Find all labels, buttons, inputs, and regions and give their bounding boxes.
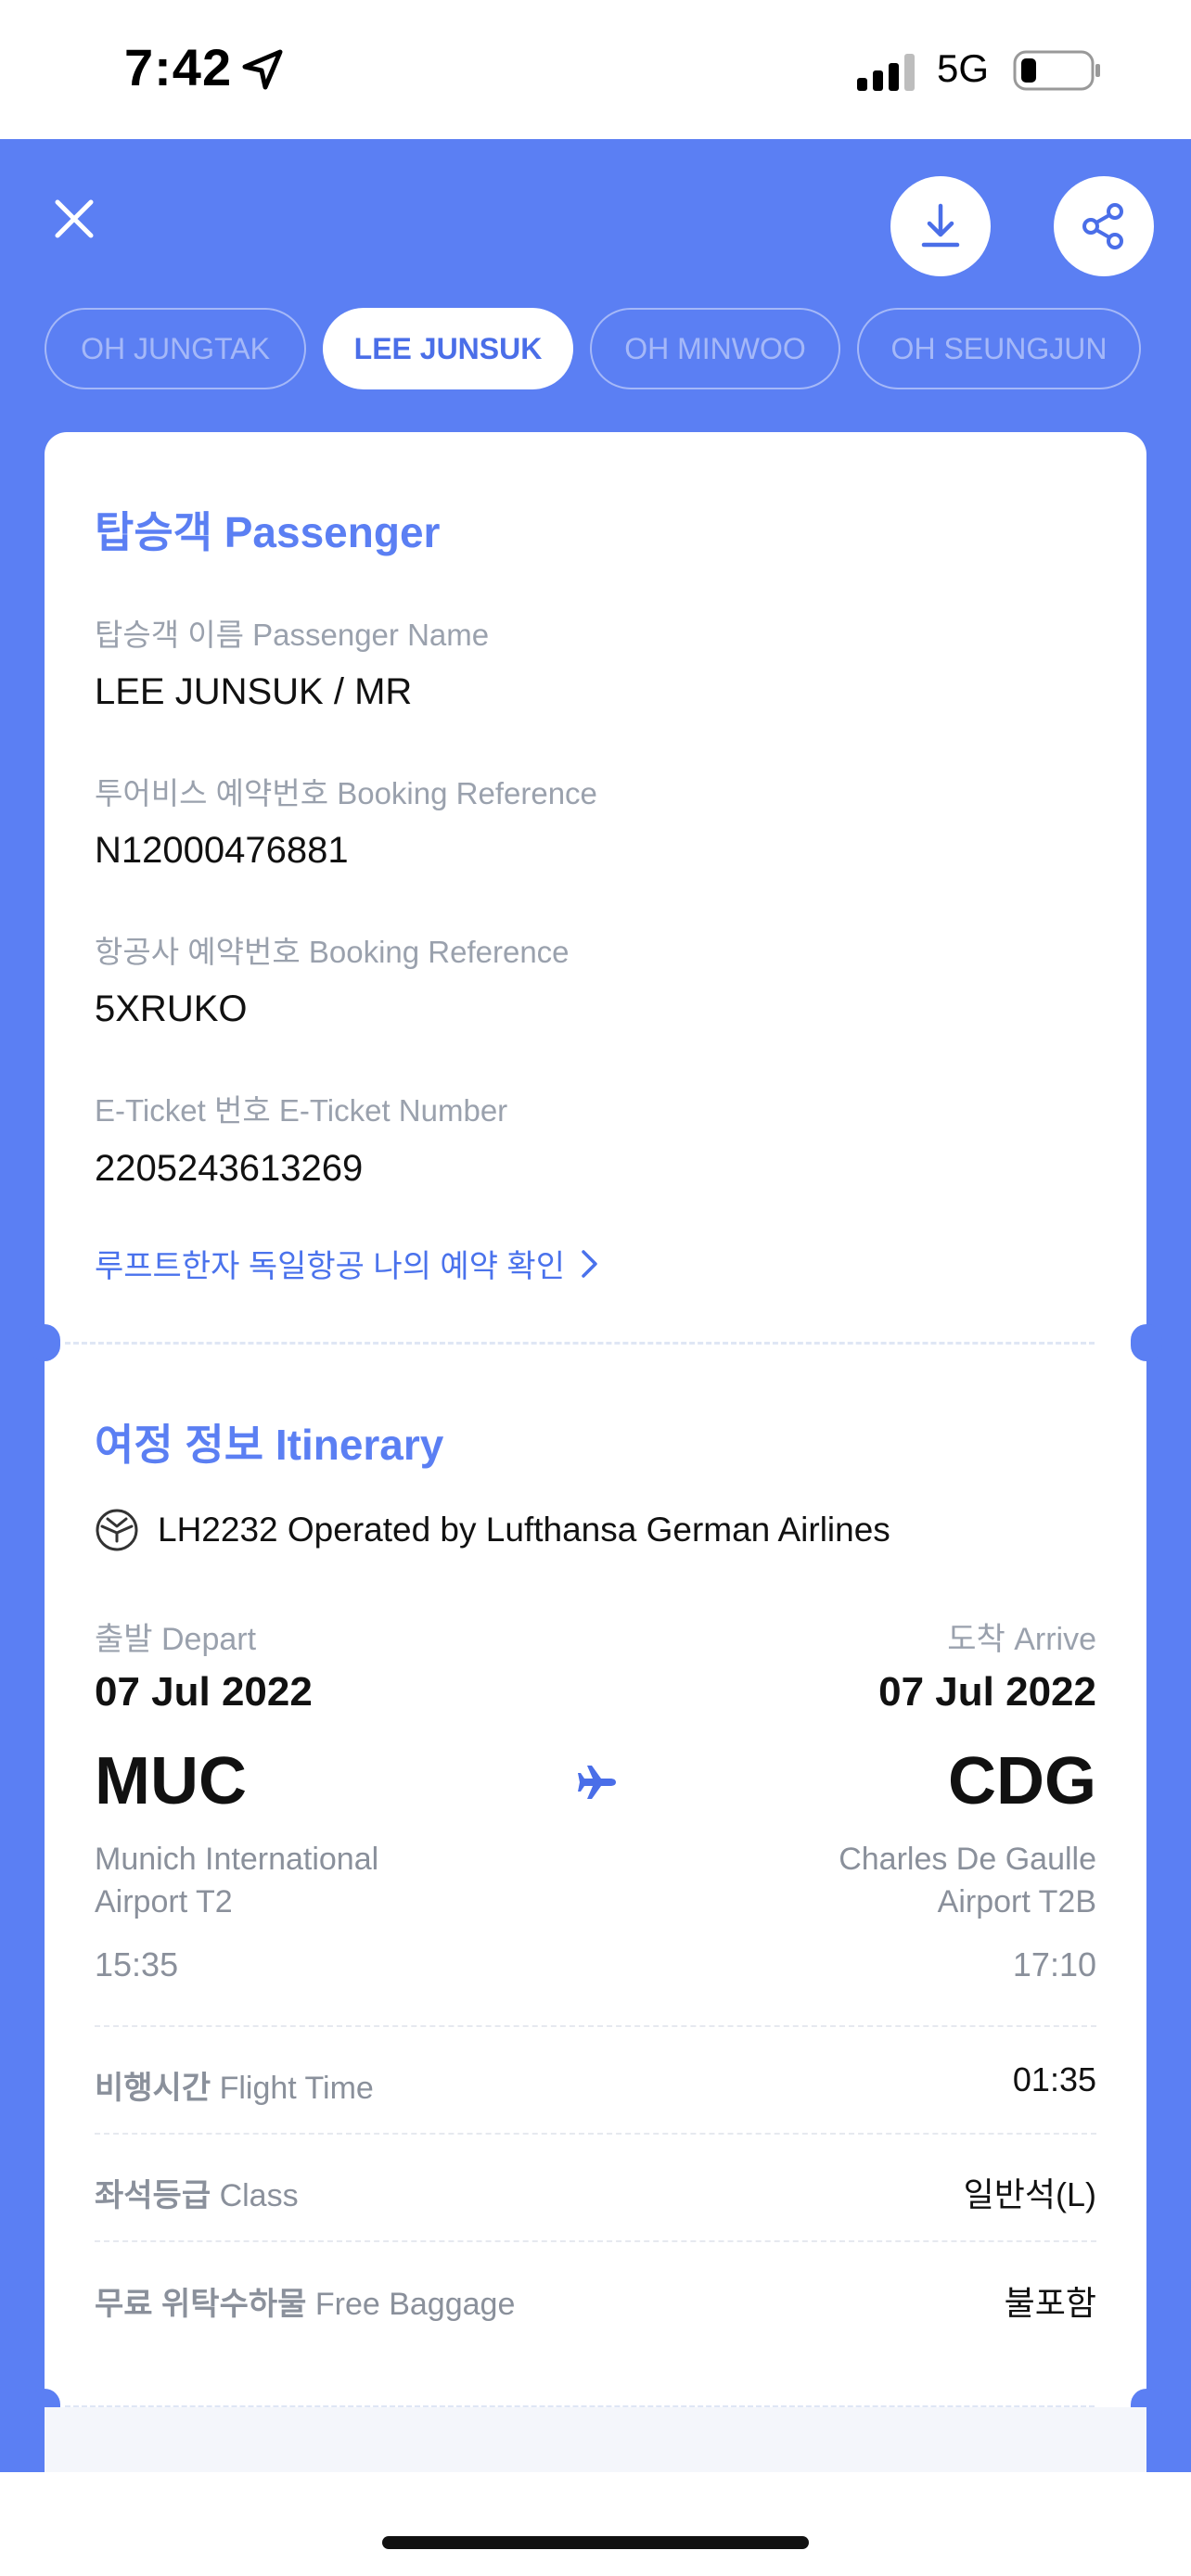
passenger-section-title: 탑승객 Passenger bbox=[95, 508, 441, 556]
status-time: 7:42 bbox=[124, 38, 233, 96]
passenger-name-value: LEE JUNSUK / MR bbox=[95, 671, 413, 712]
chevron-right-icon bbox=[582, 1249, 597, 1278]
baggage-value: 불포함 bbox=[1004, 2284, 1096, 2322]
download-icon bbox=[921, 203, 960, 248]
row-divider bbox=[95, 2025, 1096, 2027]
row-divider bbox=[95, 2133, 1096, 2135]
close-icon[interactable] bbox=[45, 189, 104, 249]
flight-operator-line: LH2232 Operated by Lufthansa German Airl… bbox=[95, 1508, 890, 1552]
location-arrow-icon bbox=[242, 49, 283, 90]
baggage-label-ko: 무료 위탁수하물 bbox=[95, 2287, 307, 2322]
flight-time-value: 01:35 bbox=[1012, 2060, 1096, 2098]
ticket-notch-left bbox=[29, 1324, 60, 1361]
ticket-notch-right bbox=[1131, 1324, 1162, 1361]
cellular-signal-icon bbox=[857, 54, 915, 91]
airplane-icon bbox=[578, 1766, 616, 1799]
flight-time-label-ko: 비행시간 bbox=[95, 2071, 211, 2106]
arrive-airport-code: CDG bbox=[948, 1744, 1096, 1818]
download-button[interactable] bbox=[890, 176, 991, 276]
lufthansa-logo-icon bbox=[96, 1509, 138, 1551]
arrive-date: 07 Jul 2022 bbox=[878, 1669, 1096, 1715]
airline-booking-link[interactable]: 루프트한자 독일항공 나의 예약 확인 bbox=[95, 1241, 600, 1286]
airline-ref-value: 5XRUKO bbox=[95, 988, 248, 1029]
tourvis-ref-value: N12000476881 bbox=[95, 830, 349, 871]
eticket-value: 2205243613269 bbox=[95, 1148, 364, 1189]
battery-low-icon bbox=[1013, 50, 1100, 91]
depart-airport-name: Munich International Airport T2 bbox=[95, 1838, 378, 1923]
baggage-label-en: Free Baggage bbox=[314, 2287, 516, 2322]
arrive-airport-line1: Charles De Gaulle bbox=[839, 1842, 1096, 1877]
tab-oh-seungjun[interactable]: OH SEUNGJUN bbox=[857, 308, 1141, 389]
ticket-footer-band bbox=[45, 2407, 1146, 2472]
tab-oh-jungtak[interactable]: OH JUNGTAK bbox=[45, 308, 306, 389]
eticket-label: E-Ticket 번호 E-Ticket Number bbox=[95, 1093, 508, 1128]
status-bar: 7:42 5G bbox=[0, 0, 1191, 139]
arrive-airport-name: Charles De Gaulle Airport T2B bbox=[839, 1838, 1096, 1923]
class-label: 좌석등급 Class bbox=[95, 2170, 299, 2215]
share-icon bbox=[1082, 203, 1123, 249]
home-indicator[interactable] bbox=[382, 2536, 809, 2549]
passenger-name-label: 탑승객 이름 Passenger Name bbox=[95, 618, 490, 652]
arrive-time: 17:10 bbox=[1012, 1945, 1096, 1983]
depart-airport-code: MUC bbox=[95, 1744, 247, 1818]
flight-time-label: 비행시간 Flight Time bbox=[95, 2062, 374, 2108]
network-label: 5G bbox=[937, 46, 990, 90]
flight-operator-text: LH2232 Operated by Lufthansa German Airl… bbox=[158, 1511, 890, 1549]
depart-time: 15:35 bbox=[95, 1945, 179, 1983]
airline-ref-label: 항공사 예약번호 Booking Reference bbox=[95, 935, 570, 969]
depart-airport-line2: Airport T2 bbox=[95, 1884, 233, 1919]
class-value: 일반석(L) bbox=[963, 2175, 1096, 2213]
class-label-en: Class bbox=[219, 2178, 299, 2213]
airline-booking-link-label: 루프트한자 독일항공 나의 예약 확인 bbox=[95, 1249, 565, 1284]
depart-label: 출발 Depart bbox=[95, 1622, 257, 1657]
ticket-divider bbox=[65, 1342, 1095, 1345]
depart-date: 07 Jul 2022 bbox=[95, 1669, 313, 1715]
arrive-airport-line2: Airport T2B bbox=[937, 1884, 1096, 1919]
flight-time-label-en: Flight Time bbox=[219, 2071, 374, 2106]
baggage-label: 무료 위탁수하물 Free Baggage bbox=[95, 2278, 515, 2324]
row-divider bbox=[95, 2240, 1096, 2242]
depart-airport-line1: Munich International bbox=[95, 1842, 379, 1877]
passenger-tabs: OH JUNGTAK LEE JUNSUK OH MINWOO OH SEUNG… bbox=[45, 308, 1191, 391]
share-button[interactable] bbox=[1054, 176, 1154, 276]
class-label-ko: 좌석등급 bbox=[95, 2178, 211, 2213]
tab-oh-minwoo[interactable]: OH MINWOO bbox=[590, 308, 840, 389]
tourvis-ref-label: 투어비스 예약번호 Booking Reference bbox=[95, 776, 597, 810]
itinerary-section-title: 여정 정보 Itinerary bbox=[95, 1421, 444, 1469]
arrive-label: 도착 Arrive bbox=[947, 1622, 1096, 1657]
tab-lee-junsuk[interactable]: LEE JUNSUK bbox=[323, 308, 573, 389]
